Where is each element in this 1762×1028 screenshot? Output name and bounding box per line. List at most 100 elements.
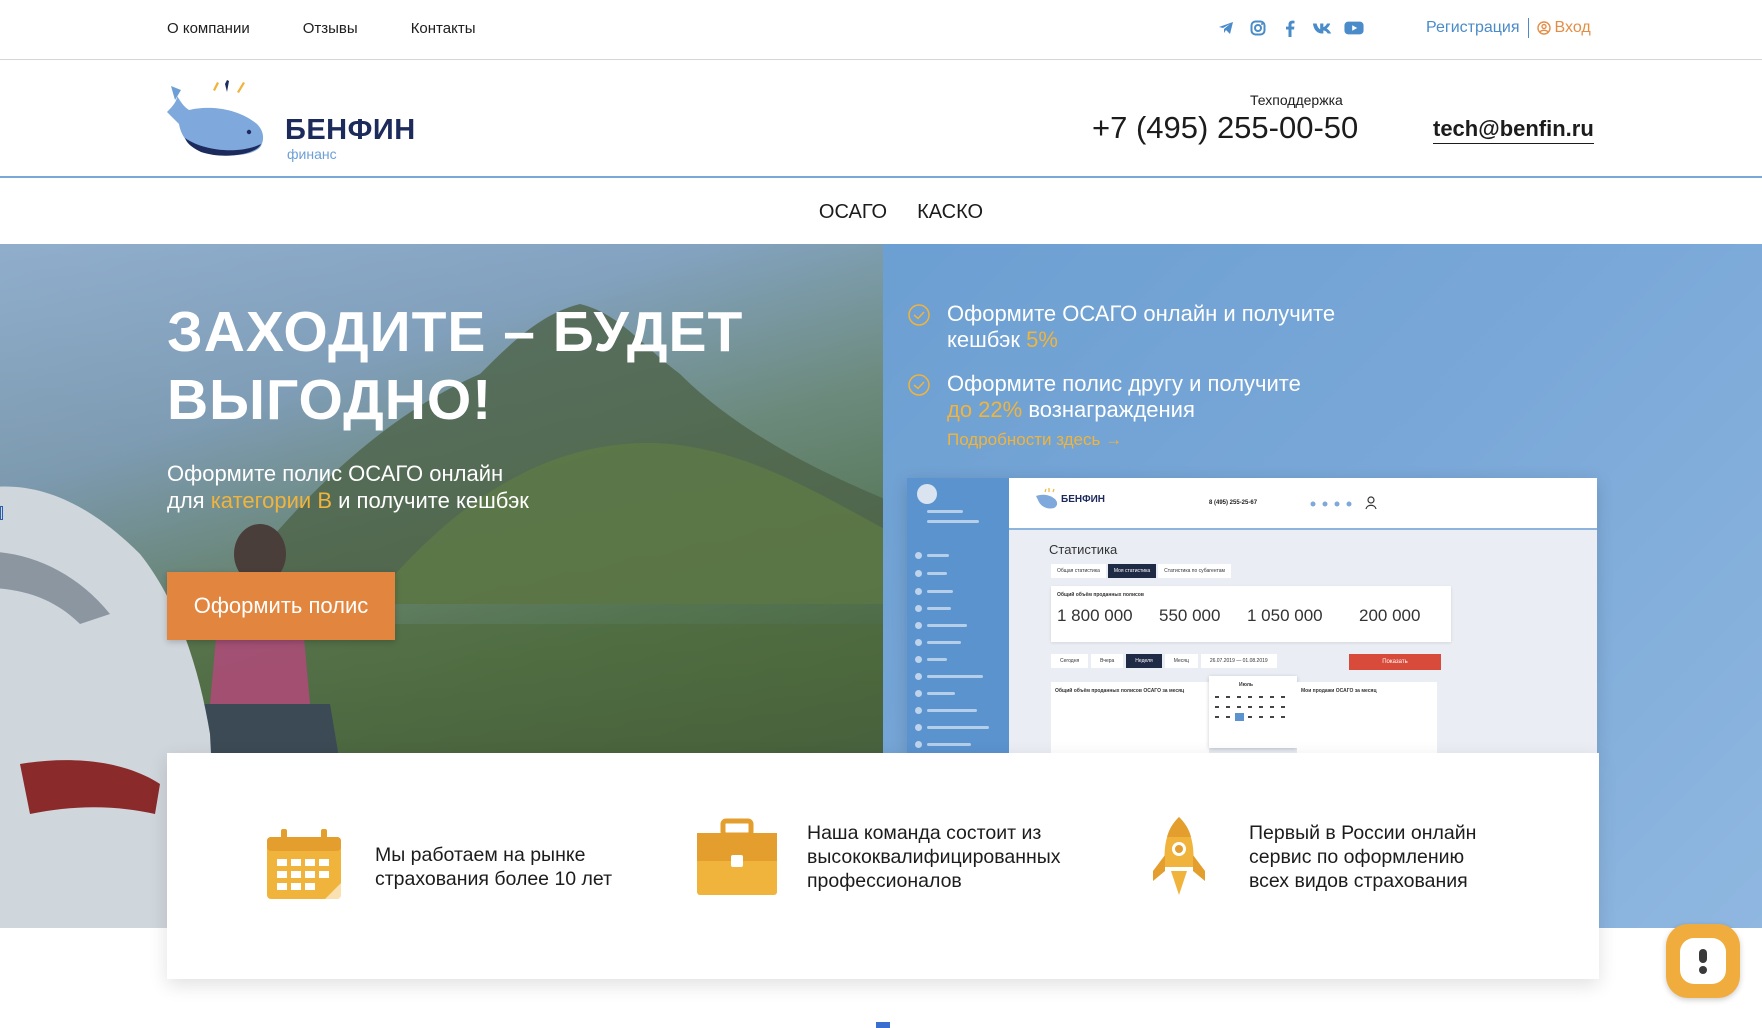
nav-link-about[interactable]: О компании [167, 20, 250, 37]
perk-referral-highlight: до 22% [947, 397, 1023, 422]
mock-sidebar-line [927, 692, 955, 695]
nav-link-reviews[interactable]: Отзывы [303, 20, 358, 37]
mock-title: Статистика [1049, 542, 1118, 557]
details-link[interactable]: Подробности здесь → [947, 430, 1122, 450]
user-icon [1536, 21, 1551, 35]
mock-socials-icon [1310, 501, 1352, 507]
mock-brand: БЕНФИН [1061, 494, 1106, 505]
nav-osago[interactable]: ОСАГО [819, 201, 887, 224]
mock-sidebar-line [927, 726, 989, 729]
mock-show-button: Показать [1349, 654, 1441, 670]
hero-title-line2: ВЫГОДНО! [167, 368, 493, 432]
instagram-icon[interactable] [1248, 18, 1268, 38]
site-header: БЕНФИН финанс Техподдержка +7 (495) 255-… [0, 60, 1762, 178]
mock-whale-icon [1036, 488, 1058, 509]
mock-sidebar-line [927, 658, 947, 661]
logo-brand: БЕНФИН [285, 114, 416, 146]
auth-links: Регистрация Вход [1426, 18, 1591, 38]
chat-widget-button[interactable] [1666, 924, 1740, 998]
features-card: Мы работаем на рынке страхования более 1… [167, 753, 1599, 979]
login-label: Вход [1554, 19, 1591, 36]
hero-title-line1: ЗАХОДИТЕ – БУДЕТ [167, 300, 744, 364]
mock-sidebar-line [927, 743, 971, 746]
mock-sidebar-line [927, 590, 953, 593]
mock-tabs: Общая статистика Моя статистика Статисти… [1051, 564, 1231, 578]
feature-team-line3: профессионалов [807, 870, 962, 892]
mock-stat-value: 1 800 000 [1057, 606, 1133, 625]
logo[interactable]: БЕНФИН финанс [165, 80, 425, 162]
mock-phone: 8 (495) 255-25-67 [1209, 500, 1258, 506]
mock-tab-active: Моя статистика [1107, 564, 1157, 578]
edge-marker [876, 1022, 890, 1028]
support-phone[interactable]: +7 (495) 255-00-50 [1092, 110, 1358, 146]
mock-tab: Статистика по субагентам [1158, 564, 1231, 578]
mock-sidebar-dot [915, 622, 922, 629]
mock-stat-card: Общий объём проданных полисов 1 800 000 … [1051, 586, 1451, 642]
mock-sidebar-dot [915, 656, 922, 663]
mock-sidebar-line [927, 624, 967, 627]
mock-body: Статистика Общая статистика Моя статисти… [1009, 530, 1597, 754]
mock-sidebar-dot [915, 588, 922, 595]
mock-sidebar-line [927, 520, 979, 523]
mock-sidebar-line [927, 675, 983, 678]
mock-calendar-grid [1215, 696, 1285, 721]
facebook-icon[interactable] [1280, 18, 1300, 38]
chat-bubble-icon [1680, 938, 1726, 984]
perk-referral: Оформите полис другу и получите до 22% в… [907, 371, 1301, 423]
hero-sub-highlight: категории В [210, 488, 333, 513]
feature-first-online-line3: всех видов страхования [1249, 870, 1468, 892]
support-email[interactable]: tech@benfin.ru [1433, 116, 1594, 144]
mock-stat-value: 1 050 000 [1247, 606, 1323, 625]
feature-team: Наша команда состоит из высококвалифицир… [695, 815, 1061, 899]
hero-sub-part1: Оформите полис ОСАГО онлайн [167, 461, 504, 486]
social-links [1216, 18, 1364, 38]
logo-subtitle: финанс [287, 146, 337, 162]
top-bar: О компании Отзывы Контакты Регистрация В… [0, 0, 1762, 60]
feature-experience-line2: страхования более 10 лет [375, 868, 613, 890]
perk-cashback-text1: Оформите ОСАГО онлайн и получите [947, 301, 1336, 326]
hero-title: ЗАХОДИТЕ – БУДЕТ ВЫГОДНО! [167, 298, 743, 434]
mock-filter: Вчера [1091, 654, 1124, 668]
feature-experience-line1: Мы работаем на рынке [375, 844, 586, 866]
perk-cashback: Оформите ОСАГО онлайн и получите кешбэк … [907, 301, 1335, 353]
perk-referral-text1: Оформите полис другу и получите [947, 371, 1301, 396]
mock-sidebar-line [927, 572, 947, 575]
dashboard-screenshot: БЕНФИН 8 (495) 255-25-67 Статистика Обща… [907, 478, 1597, 754]
issue-policy-button[interactable]: Оформить полис [167, 572, 395, 640]
mock-stat-value: 550 000 [1159, 606, 1221, 625]
mock-sidebar-dot [915, 639, 922, 646]
mock-chart-title: Общий объём проданных полисов ОСАГО за м… [1055, 688, 1185, 694]
youtube-icon[interactable] [1344, 18, 1364, 38]
mock-sidebar-dot [915, 707, 922, 714]
hero-sub-part2: для [167, 488, 211, 513]
register-link[interactable]: Регистрация [1426, 19, 1520, 37]
mock-filter: Месяц [1164, 654, 1198, 668]
mock-stat-label: Общий объём проданных полисов [1057, 592, 1144, 598]
mock-sidebar-dot [915, 552, 922, 559]
telegram-icon[interactable] [1216, 18, 1236, 38]
mock-filter-active: Неделя [1126, 654, 1162, 668]
feature-team-line2: высококвалифицированных [807, 846, 1061, 868]
check-circle-icon [908, 304, 930, 326]
mock-header: БЕНФИН 8 (495) 255-25-67 [1009, 478, 1597, 530]
mock-sidebar-line [927, 554, 949, 557]
perk-cashback-highlight: 5% [1026, 327, 1058, 352]
feature-experience-text: Мы работаем на рынке страхования более 1… [375, 843, 612, 891]
mock-sidebar-line [927, 510, 963, 513]
vk-icon[interactable] [1312, 18, 1332, 38]
mock-sidebar-dot [915, 673, 922, 680]
edge-marker [0, 506, 3, 520]
mock-sidebar-dot [915, 724, 922, 731]
mock-filters: Сегодня Вчера Неделя Месяц 26.07.2019 — … [1051, 654, 1277, 668]
perk-referral-text3: вознаграждения [1022, 397, 1195, 422]
mock-sales-card: Мои продажи ОСАГО за месяц [1297, 682, 1437, 754]
feature-first-online: Первый в России онлайн сервис по оформле… [1137, 815, 1476, 899]
auth-divider [1527, 18, 1529, 38]
nav-link-contacts[interactable]: Контакты [411, 20, 476, 37]
feature-first-online-text: Первый в России онлайн сервис по оформле… [1249, 821, 1476, 893]
nav-kasko[interactable]: КАСКО [917, 201, 983, 224]
mock-sidebar [907, 478, 1009, 754]
mock-filter: Сегодня [1051, 654, 1089, 668]
login-link[interactable]: Вход [1536, 19, 1591, 37]
hero-sub-part3: и получите кешбэк [332, 488, 529, 513]
